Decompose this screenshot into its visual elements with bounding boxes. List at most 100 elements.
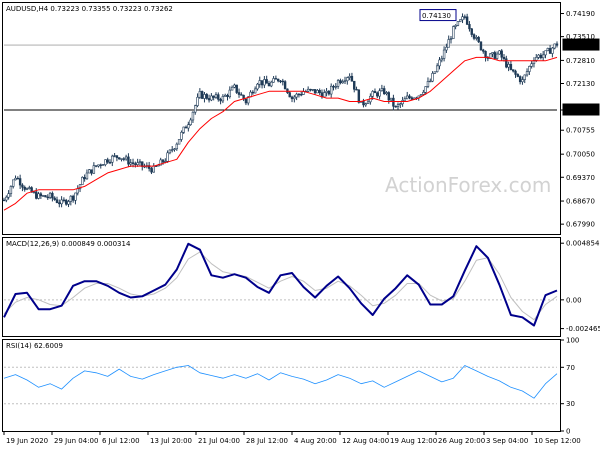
candle-body <box>214 94 218 98</box>
candle-body <box>14 177 17 181</box>
candle-body <box>530 63 533 67</box>
candle-body <box>348 75 351 78</box>
candle-body <box>435 65 439 73</box>
candle-body <box>85 172 89 180</box>
candle-body <box>509 64 513 70</box>
candle-body <box>260 80 264 86</box>
candle-body <box>111 155 114 163</box>
candle-body <box>376 92 379 97</box>
candle-body <box>267 83 271 87</box>
candle-body <box>477 37 480 43</box>
x-tick-label: 19 Jun 2020 <box>6 437 48 445</box>
candle-body <box>124 156 128 160</box>
candle-body <box>353 80 356 90</box>
candle-body <box>297 93 301 96</box>
candle-body <box>313 89 317 94</box>
candle-body <box>293 96 296 100</box>
candle-body <box>433 71 437 74</box>
candle-body <box>475 37 478 39</box>
candle-body <box>228 89 232 98</box>
candle-body <box>403 98 407 101</box>
candle-body <box>378 90 381 97</box>
candle-body <box>385 92 388 95</box>
candle-body <box>150 168 153 173</box>
macd-tick-label: 0.00 <box>566 296 582 304</box>
macd-panel-frame <box>2 237 561 337</box>
candle-body <box>512 69 515 72</box>
candle-body <box>440 58 443 61</box>
candle-body <box>108 161 112 164</box>
chart-canvas: ActionForex.com AUDUSD,H4 0.73223 0.7335… <box>2 2 600 445</box>
candle-body <box>452 26 455 39</box>
candle-body <box>525 71 529 76</box>
rsi-tick-label: 30 <box>566 400 575 408</box>
candle-body <box>120 158 123 160</box>
candle-body <box>237 92 241 95</box>
candle-body <box>339 80 342 84</box>
candle-body <box>62 199 66 202</box>
candle-body <box>104 159 107 165</box>
candle-body <box>309 88 312 91</box>
candle-body <box>67 201 70 205</box>
candle-body <box>74 192 77 201</box>
price-tick-label: 0.69370 <box>566 174 595 182</box>
candle-body <box>459 19 462 22</box>
rsi-line <box>3 365 558 399</box>
rsi-panel-title: RSI(14) 62.6009 <box>6 342 63 350</box>
candle-body <box>60 199 63 205</box>
candle-body <box>355 89 358 91</box>
candle-body <box>366 101 370 104</box>
candle-body <box>290 96 294 100</box>
candle-body <box>175 143 179 150</box>
candle-body <box>364 103 367 106</box>
candle-body <box>502 56 506 60</box>
candle-body <box>51 192 54 199</box>
candle-body <box>424 86 427 93</box>
candle-body <box>482 49 485 52</box>
rsi-panel-frame <box>2 339 561 432</box>
candle-body <box>184 126 188 129</box>
x-tick-label: 3 Sep 04:00 <box>486 437 528 445</box>
candle-body <box>449 38 453 40</box>
candle-body <box>357 89 361 103</box>
candle-body <box>537 54 540 58</box>
candle-body <box>272 78 275 83</box>
candle-body <box>555 43 559 46</box>
chart-window: ActionForex.com AUDUSD,H4 0.73223 0.7335… <box>0 0 600 450</box>
x-tick-label: 28 Jul 12:00 <box>246 437 288 445</box>
candle-body <box>256 83 259 90</box>
candle-body <box>380 88 384 92</box>
candle-body <box>219 99 222 102</box>
rsi-tick-label: 100 <box>566 337 579 345</box>
x-tick-label: 13 Jul 20:00 <box>150 437 192 445</box>
candle-body <box>76 188 79 194</box>
candle-body <box>336 80 340 87</box>
candle-body <box>200 91 204 99</box>
candle-body <box>173 148 176 150</box>
candle-body <box>514 70 517 75</box>
candle-body <box>99 164 102 166</box>
candle-body <box>371 91 374 97</box>
candle-body <box>37 193 40 199</box>
candle-body <box>131 162 135 164</box>
candle-body <box>129 162 132 165</box>
x-tick-label: 4 Aug 20:00 <box>294 437 337 445</box>
candle-body <box>465 16 469 25</box>
candle-body <box>461 16 464 21</box>
candle-body <box>35 191 38 199</box>
candle-body <box>265 79 268 84</box>
candle-body <box>152 165 155 173</box>
rsi-tick-label: 70 <box>566 364 575 372</box>
x-tick-label: 6 Jul 12:00 <box>102 437 140 445</box>
candle-body <box>302 91 305 95</box>
candle-body <box>46 196 49 199</box>
candle-body <box>258 80 261 85</box>
candle-body <box>327 90 331 95</box>
candle-body <box>235 84 238 93</box>
price-tick-label: 0.67990 <box>566 221 595 229</box>
candle-body <box>544 50 547 56</box>
candle-body <box>396 104 400 107</box>
candle-body <box>281 80 285 83</box>
macd-tick-label: 0.004854 <box>566 240 600 248</box>
candle-body <box>122 158 126 160</box>
